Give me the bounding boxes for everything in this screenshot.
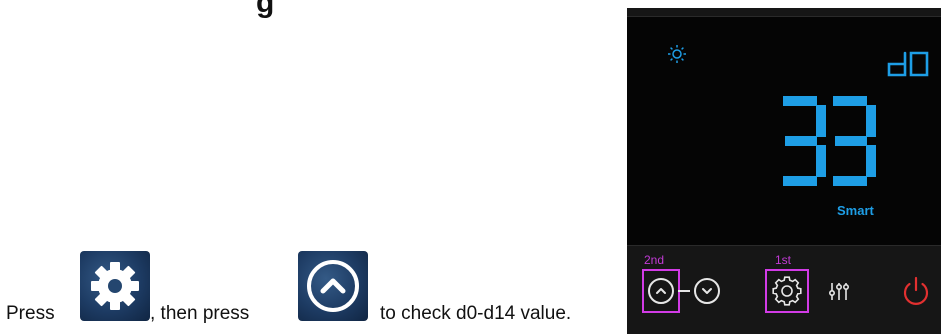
control-panel: Smart 2nd 1st [627,8,941,334]
chevron-down-icon [702,288,712,294]
instruction-text-3: to check d0-d14 value. [380,303,572,324]
display-screen: Smart [627,16,941,246]
instruction-text-1: Press [6,303,55,324]
highlight-settings-button [765,269,809,313]
heading-fragment: g [256,0,275,19]
display-graphics [668,45,929,186]
sun-icon [668,45,686,63]
instruction-text-2: , then press [150,303,250,324]
power-button[interactable] [903,276,929,305]
up-button-image [298,251,368,321]
second-step-tag: 2nd [644,253,665,267]
power-icon [903,276,929,305]
sliders-button[interactable] [829,283,850,300]
parameter-code-seg [887,51,929,77]
gear-button-image [80,251,150,321]
chevron-up-icon [307,260,359,312]
mode-label: Smart [837,203,874,218]
sliders-icon [829,283,850,300]
highlight-up-button [642,269,680,313]
gear-icon [91,262,139,310]
value-digits-seg [783,96,876,186]
first-step-tag: 1st [775,253,792,267]
down-button[interactable] [694,278,720,304]
